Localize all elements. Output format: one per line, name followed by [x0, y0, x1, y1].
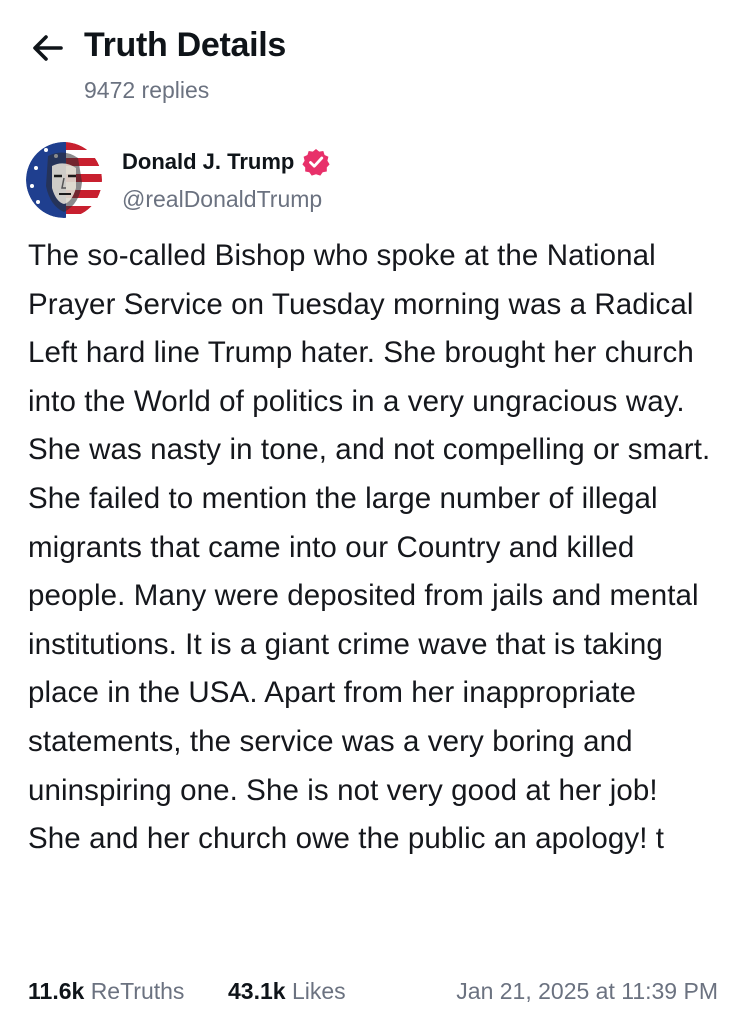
page-header: Truth Details 9472 replies: [0, 0, 734, 120]
back-button[interactable]: [28, 30, 68, 66]
retruths-count: 11.6k: [28, 978, 85, 1004]
retruths-label: ReTruths: [90, 978, 185, 1004]
author-handle[interactable]: @realDonaldTrump: [122, 186, 322, 213]
retruths-stat[interactable]: 11.6k ReTruths: [28, 978, 184, 1005]
post-text: The so-called Bishop who spoke at the Na…: [28, 239, 711, 856]
author-name-group: Donald J. Trump: [122, 148, 330, 176]
avatar-image: [26, 142, 102, 218]
likes-count: 43.1k: [228, 978, 286, 1004]
likes-label: Likes: [291, 978, 346, 1004]
verified-badge-icon: [302, 148, 330, 176]
page-title: Truth Details: [84, 26, 287, 64]
likes-stat[interactable]: 43.1k Likes: [228, 978, 346, 1005]
author-row: Donald J. Trump @realDonaldTrump: [26, 140, 716, 220]
arrow-left-icon: [33, 35, 63, 61]
post-timestamp: Jan 21, 2025 at 11:39 PM: [456, 978, 718, 1004]
post-stats: 11.6k ReTruths 43.1k Likes Jan 21, 2025 …: [28, 978, 718, 1010]
reply-count[interactable]: 9472 replies: [84, 77, 209, 104]
author-name[interactable]: Donald J. Trump: [122, 149, 294, 175]
avatar[interactable]: [26, 142, 102, 218]
